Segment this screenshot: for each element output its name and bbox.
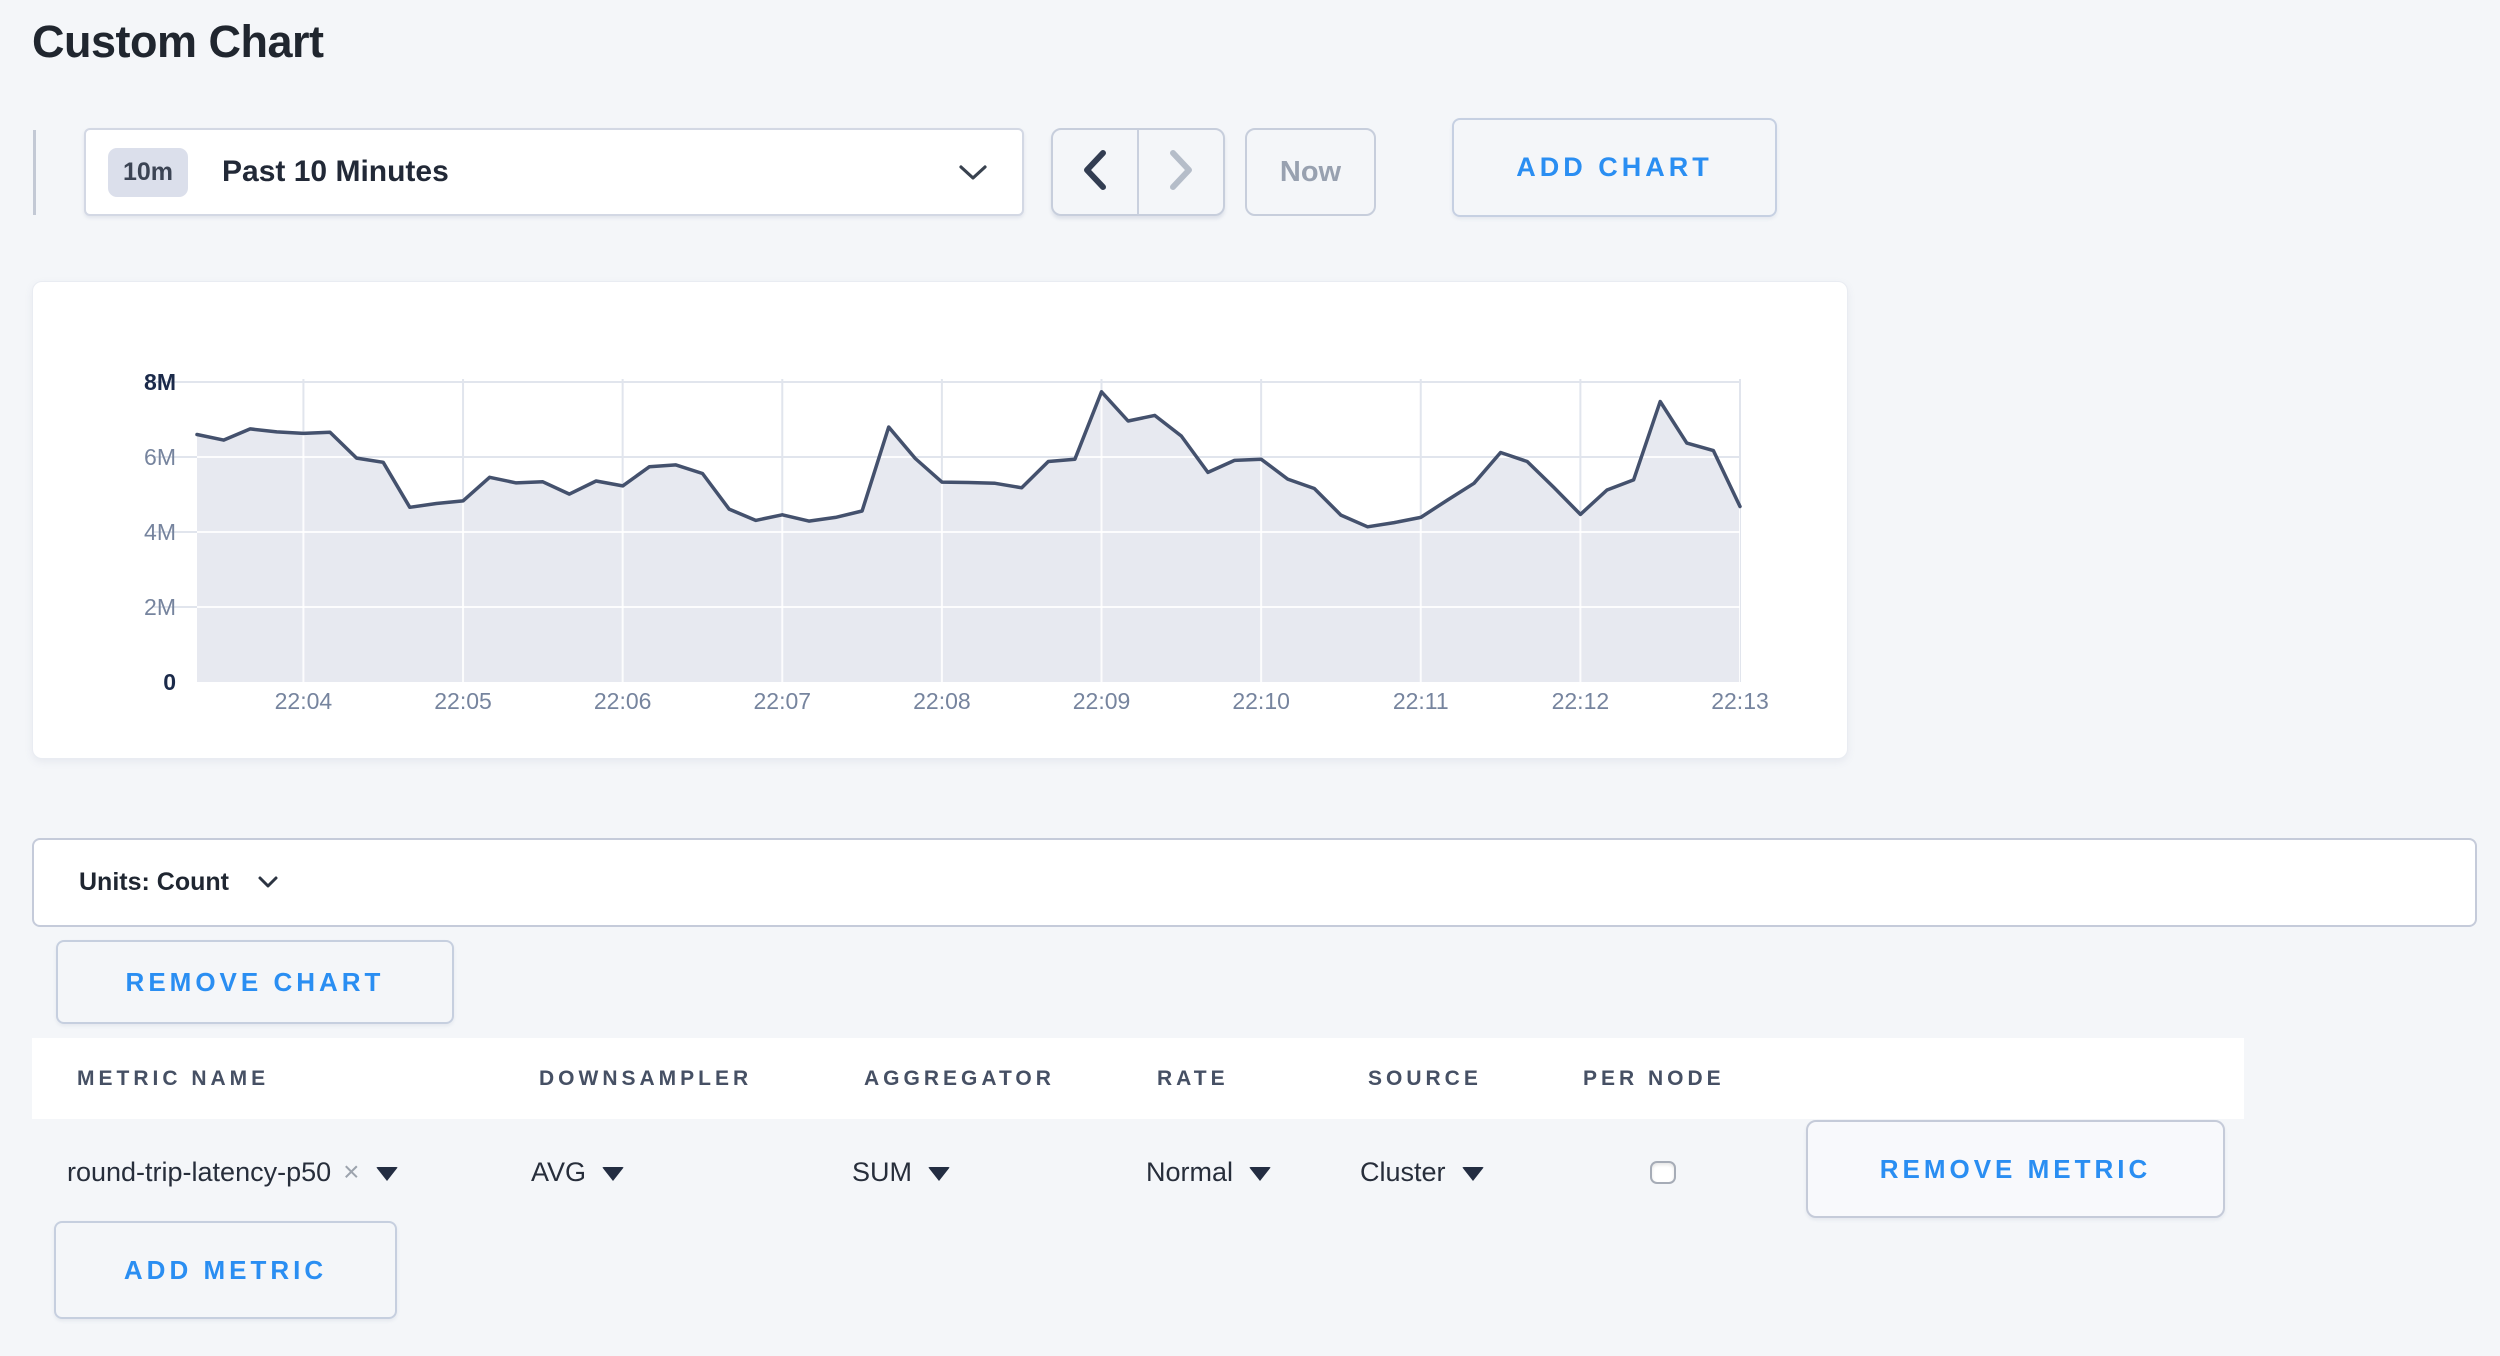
svg-text:22:10: 22:10 — [1232, 688, 1290, 714]
caret-down-icon — [602, 1167, 624, 1181]
timeseries-area-chart[interactable]: 0 2M 4M 6M 8M 22:04 22:05 22:06 22:07 22:08 22:09 2… — [33, 282, 1849, 760]
add-metric-button[interactable]: ADD METRIC — [54, 1221, 397, 1319]
svg-text:22:07: 22:07 — [753, 688, 811, 714]
per-node-checkbox[interactable] — [1650, 1161, 1676, 1184]
time-forward-button[interactable] — [1137, 130, 1223, 214]
svg-text:8M: 8M — [144, 369, 176, 395]
column-header-downsampler: DOWNSAMPLER — [539, 1038, 752, 1119]
svg-text:6M: 6M — [144, 444, 176, 470]
svg-text:22:05: 22:05 — [434, 688, 492, 714]
metric-name-value: round-trip-latency-p50 — [67, 1157, 331, 1188]
svg-text:22:11: 22:11 — [1393, 688, 1449, 714]
units-dropdown-label: Units: Count — [79, 868, 229, 897]
downsampler-select[interactable]: AVG — [531, 1140, 624, 1204]
column-header-rate: RATE — [1157, 1038, 1229, 1119]
caret-down-icon — [1462, 1167, 1484, 1181]
downsampler-value: AVG — [531, 1157, 586, 1188]
add-chart-button[interactable]: ADD CHART — [1452, 118, 1777, 217]
custom-chart-page: Custom Chart 10m Past 10 Minutes Now ADD… — [0, 0, 2500, 1356]
chevron-down-icon — [257, 875, 279, 894]
metric-name-select[interactable]: round-trip-latency-p50 × — [67, 1140, 398, 1204]
svg-text:0: 0 — [163, 669, 176, 695]
aggregator-value: SUM — [852, 1157, 912, 1188]
clear-metric-icon[interactable]: × — [343, 1156, 359, 1188]
source-value: Cluster — [1360, 1157, 1446, 1188]
svg-text:22:08: 22:08 — [913, 688, 971, 714]
caret-down-icon — [928, 1167, 950, 1181]
now-button-label: Now — [1280, 156, 1341, 189]
time-range-label: Past 10 Minutes — [222, 155, 449, 189]
time-back-button[interactable] — [1053, 130, 1137, 214]
column-header-metric-name: METRIC NAME — [77, 1038, 269, 1119]
time-step-controls — [1051, 128, 1225, 216]
svg-text:4M: 4M — [144, 519, 176, 545]
svg-text:22:12: 22:12 — [1552, 688, 1610, 714]
remove-chart-button[interactable]: REMOVE CHART — [56, 940, 454, 1024]
rate-value: Normal — [1146, 1157, 1233, 1188]
svg-text:22:09: 22:09 — [1073, 688, 1131, 714]
page-title: Custom Chart — [32, 16, 324, 68]
metrics-table-header: METRIC NAME DOWNSAMPLER AGGREGATOR RATE … — [32, 1038, 2244, 1119]
svg-text:22:06: 22:06 — [594, 688, 652, 714]
toolbar-accent-divider — [33, 130, 36, 215]
svg-text:2M: 2M — [144, 594, 176, 620]
chevron-left-icon — [1082, 149, 1108, 196]
svg-text:22:04: 22:04 — [275, 688, 333, 714]
column-header-per-node: PER NODE — [1583, 1038, 1725, 1119]
chart-card: 0 2M 4M 6M 8M 22:04 22:05 22:06 22:07 22:08 22:09 2… — [32, 281, 1848, 759]
caret-down-icon — [1249, 1167, 1271, 1181]
rate-select[interactable]: Normal — [1146, 1140, 1271, 1204]
chevron-right-icon — [1168, 149, 1194, 196]
now-button[interactable]: Now — [1245, 128, 1376, 216]
column-header-source: SOURCE — [1368, 1038, 1482, 1119]
column-header-aggregator: AGGREGATOR — [864, 1038, 1055, 1119]
svg-text:22:13: 22:13 — [1711, 688, 1769, 714]
units-dropdown[interactable]: Units: Count — [32, 838, 2477, 927]
remove-metric-button[interactable]: REMOVE METRIC — [1806, 1120, 2225, 1218]
source-select[interactable]: Cluster — [1360, 1140, 1484, 1204]
time-range-badge: 10m — [108, 148, 188, 197]
caret-down-icon — [376, 1167, 398, 1181]
time-range-select[interactable]: 10m Past 10 Minutes — [84, 128, 1024, 216]
add-chart-label: ADD CHART — [1516, 152, 1712, 183]
aggregator-select[interactable]: SUM — [852, 1140, 950, 1204]
chevron-down-icon — [958, 164, 988, 187]
